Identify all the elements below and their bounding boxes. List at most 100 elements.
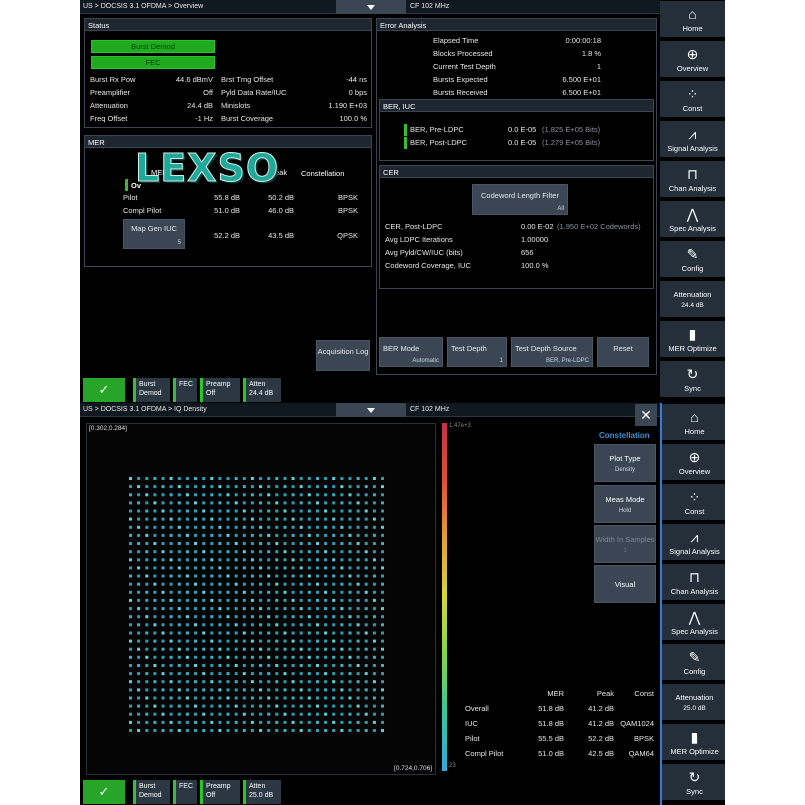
- constellation-point: [316, 477, 319, 480]
- sidebar-item[interactable]: ⋀ Spec Analysis: [660, 201, 725, 239]
- sidebar-item[interactable]: ⁘ Const: [662, 484, 725, 522]
- constellation-point: [153, 542, 157, 545]
- constellation-point: [340, 688, 344, 692]
- constellation-point: [283, 590, 287, 594]
- statusbar-item[interactable]: FEC: [173, 780, 197, 804]
- close-icon[interactable]: ✕: [635, 404, 657, 426]
- constellation-point: [234, 623, 238, 627]
- sidebar-item[interactable]: ⌂ Home: [662, 404, 725, 442]
- status-panel: Status Burst Demod FEC Burst Rx Pow 44.6 …: [84, 18, 372, 128]
- statusbar-item[interactable]: Preamp Off: [200, 780, 240, 804]
- center-frequency-iq[interactable]: CF 102 MHz: [410, 406, 449, 413]
- breadcrumb-iq[interactable]: US > DOCSIS 3.1 OFDMA > IQ Density: [83, 406, 207, 413]
- constellation-point: [283, 517, 287, 521]
- constellation-point: [202, 558, 206, 562]
- constellation-point: [177, 672, 181, 676]
- map-gen-iuc-button[interactable]: Map Gen IUC 5: [123, 219, 185, 249]
- center-frequency[interactable]: CF 102 MHz: [410, 3, 449, 10]
- sidebar-item[interactable]: ⁘ Const: [660, 81, 725, 119]
- constellation-point: [324, 501, 328, 505]
- constellation-point: [332, 525, 336, 529]
- constellation-point: [372, 533, 376, 537]
- constellation-point: [364, 664, 368, 667]
- constellation-point: [267, 712, 271, 716]
- view-dropdown[interactable]: [336, 0, 406, 14]
- iq-option-button[interactable]: Visual: [594, 565, 656, 603]
- sidebar-item[interactable]: Attenuation 24.4 dB: [660, 281, 725, 319]
- constellation-point: [145, 647, 149, 651]
- constellation-point: [332, 607, 336, 611]
- constellation-point: [185, 550, 189, 554]
- constellation-point: [145, 582, 149, 586]
- sidebar-item[interactable]: ✎ Config: [662, 644, 725, 682]
- cer-value: 0.00 E-02: [521, 222, 554, 231]
- constellation-point: [234, 607, 238, 611]
- constellation-point: [356, 712, 360, 716]
- error-action-button[interactable]: Test Depth Source BER, Pre-LDPC: [511, 337, 593, 367]
- constellation-point: [316, 509, 319, 513]
- constellation-point: [332, 704, 336, 708]
- constellation-point: [129, 631, 132, 635]
- iq-option-button[interactable]: Meas Mode Hold: [594, 485, 656, 523]
- sidebar-item[interactable]: ⊕ Overview: [660, 41, 725, 79]
- constellation-point: [316, 696, 319, 700]
- error-action-button[interactable]: Test Depth 1: [447, 337, 507, 367]
- ok-check-icon-bottom[interactable]: ✓: [83, 780, 125, 804]
- sidebar-item[interactable]: ↻ Sync: [662, 764, 725, 802]
- constellation-point: [316, 533, 319, 537]
- constellation-point: [145, 696, 149, 700]
- constellation-point: [283, 582, 287, 586]
- cer-value: 100.0 %: [521, 261, 549, 270]
- constellation-point: [381, 623, 384, 627]
- sidebar-item[interactable]: ⊓ Chan Analysis: [660, 161, 725, 199]
- constellation-point: [332, 590, 336, 594]
- breadcrumb[interactable]: US > DOCSIS 3.1 OFDMA > Overview: [83, 3, 203, 10]
- sidebar-item[interactable]: ↻ Sync: [660, 361, 725, 399]
- statusbar-item[interactable]: Burst Demod: [133, 780, 170, 804]
- constellation-point: [153, 664, 157, 667]
- constellation-point: [250, 566, 254, 570]
- iq-option-button[interactable]: Plot Type Density: [594, 444, 656, 482]
- constellation-point: [372, 623, 376, 627]
- constellation-point: [145, 477, 149, 480]
- sidebar-item[interactable]: ⊓ Chan Analysis: [662, 564, 725, 602]
- statusbar-item[interactable]: FEC: [173, 378, 197, 402]
- error-action-button[interactable]: BER Mode Automatic: [379, 337, 443, 367]
- statusbar-item[interactable]: Atten 24.4 dB: [243, 378, 281, 402]
- error-action-button[interactable]: Reset: [597, 337, 649, 367]
- sidebar-item[interactable]: ⋀ Spec Analysis: [662, 604, 725, 642]
- constellation-point: [372, 501, 376, 505]
- sidebar-item[interactable]: ▮ MER Optimize: [660, 321, 725, 359]
- constellation-point: [137, 607, 141, 611]
- sidebar-item[interactable]: ✎ Config: [660, 241, 725, 279]
- constellation-point: [242, 493, 246, 497]
- constellation-point: [283, 680, 287, 684]
- constellation-point: [291, 704, 295, 708]
- constellation-point: [161, 672, 165, 676]
- codeword-length-filter-button[interactable]: Codeword Length Filter All: [472, 184, 568, 215]
- constellation-point: [218, 704, 222, 708]
- sidebar-item[interactable]: ▮ MER Optimize: [662, 724, 725, 762]
- sidebar-item[interactable]: Attenuation 25.0 dB: [662, 684, 725, 722]
- sidebar-item[interactable]: ⊕ Overview: [662, 444, 725, 482]
- constellation-point: [226, 493, 230, 497]
- ok-check-icon[interactable]: ✓: [83, 378, 125, 402]
- constellation-point: [372, 729, 376, 732]
- constellation-point: [250, 533, 254, 537]
- constellation-point: [267, 566, 271, 570]
- statusbar-item[interactable]: Burst Demod: [133, 378, 170, 402]
- iq-option-button[interactable]: Width In Samples 1: [594, 525, 656, 563]
- sidebar-item[interactable]: ⩘ Signal Analysis: [662, 524, 725, 562]
- constellation-point: [299, 647, 303, 651]
- view-dropdown-iq[interactable]: [336, 403, 406, 417]
- constellation-point: [169, 696, 173, 700]
- constellation-point: [324, 582, 328, 586]
- statusbar-item[interactable]: Preamp Off: [200, 378, 240, 402]
- sidebar-item[interactable]: ⌂ Home: [660, 1, 725, 39]
- statusbar-item[interactable]: Atten 25.0 dB: [243, 780, 281, 804]
- constellation-point: [242, 639, 246, 643]
- constellation-point: [250, 493, 254, 497]
- acquisition-log-button[interactable]: Acquisition Log: [316, 340, 370, 371]
- sidebar-item[interactable]: ⩘ Signal Analysis: [660, 121, 725, 159]
- constellation-point: [250, 582, 254, 586]
